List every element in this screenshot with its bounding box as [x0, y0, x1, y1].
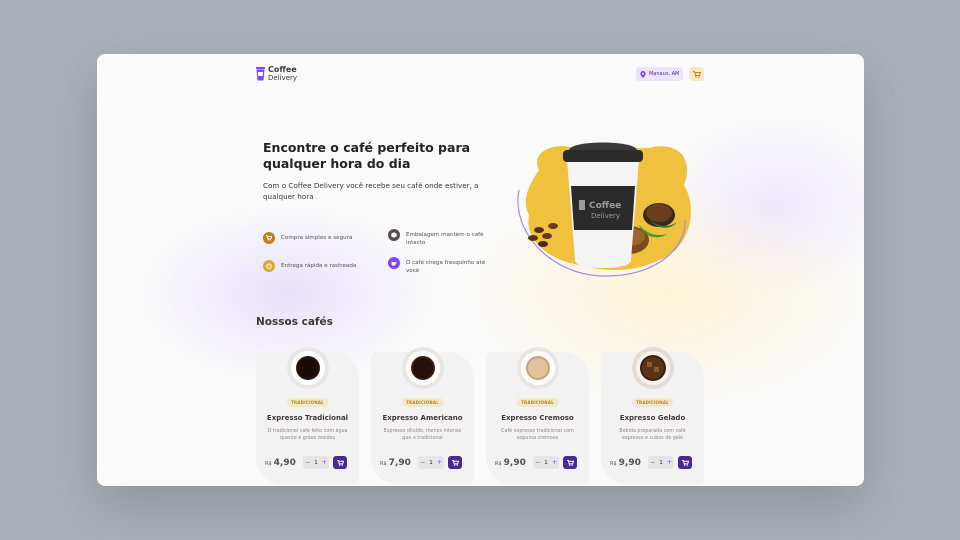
- coffee-price: R$ 9,90: [495, 458, 526, 468]
- logo-subtitle: Delivery: [268, 74, 298, 82]
- section-title: Nossos cafés: [256, 316, 333, 328]
- coffee-name: Expresso Americano: [382, 414, 463, 422]
- add-to-cart-button[interactable]: [448, 456, 462, 469]
- coffee-cup-hero-image: Coffee Delivery: [517, 142, 691, 277]
- shopping-cart-icon: [566, 459, 574, 466]
- coffee-tag: TRADICIONAL: [286, 398, 329, 407]
- coffee-name: Expresso Tradicional: [266, 414, 349, 422]
- quantity-stepper[interactable]: − 1 +: [533, 456, 559, 469]
- feature-item: Entrega rápida e rastreada: [263, 260, 365, 272]
- coffee-price: R$ 4,90: [265, 458, 296, 468]
- coffee-price: R$ 9,90: [610, 458, 641, 468]
- coffee-cup-logo-icon: [256, 67, 265, 81]
- increase-button[interactable]: +: [667, 459, 672, 466]
- decrease-button[interactable]: −: [650, 459, 655, 466]
- feature-label: Embalagem mantém o café intacto: [406, 232, 484, 246]
- coffee-tag: TRADICIONAL: [631, 398, 674, 407]
- quantity-value: 1: [544, 459, 548, 466]
- coffee-tag: TRADICIONAL: [401, 398, 444, 407]
- package-icon: [388, 229, 400, 241]
- app-window: Coffee Delivery Manaus, AM Encontre o ca…: [97, 54, 864, 486]
- coffee-description: Expresso diluído, menos intenso que o tr…: [383, 429, 462, 441]
- quantity-value: 1: [659, 459, 663, 466]
- coffee-description: Bebida preparada com café expresso e cub…: [619, 429, 686, 441]
- feature-label: O café chega fresquinho até você: [406, 260, 486, 274]
- coffee-icon: [388, 257, 400, 269]
- quantity-stepper[interactable]: − 1 +: [418, 456, 444, 469]
- add-to-cart-button[interactable]: [563, 456, 577, 469]
- feature-item: Embalagem mantém o café intacto: [388, 229, 496, 247]
- coffee-card: TRADICIONAL Expresso Cremoso Café expres…: [486, 347, 589, 484]
- location-button[interactable]: Manaus, AM: [636, 67, 684, 81]
- increase-button[interactable]: +: [322, 459, 327, 466]
- decrease-button[interactable]: −: [535, 459, 540, 466]
- logo[interactable]: Coffee Delivery: [256, 66, 297, 82]
- coffee-price: R$ 7,90: [380, 458, 411, 468]
- quantity-stepper[interactable]: − 1 +: [303, 456, 329, 469]
- feature-item: Compra simples e segura: [263, 232, 365, 244]
- hero-title: Encontre o café perfeito para qualquer h…: [263, 140, 471, 171]
- increase-button[interactable]: +: [552, 459, 557, 466]
- quantity-value: 1: [429, 459, 433, 466]
- add-to-cart-button[interactable]: [678, 456, 692, 469]
- coffee-cup-image: [517, 347, 559, 389]
- coffee-name: Expresso Gelado: [619, 414, 686, 422]
- coffee-card: TRADICIONAL Expresso Americano Expresso …: [371, 347, 474, 484]
- logo-title: Coffee: [268, 65, 297, 74]
- quantity-stepper[interactable]: − 1 +: [648, 456, 674, 469]
- coffee-card: TRADICIONAL Expresso Gelado Bebida prepa…: [601, 347, 704, 484]
- svg-text:Coffee: Coffee: [589, 201, 621, 211]
- map-pin-icon: [640, 70, 646, 78]
- coffee-name: Expresso Cremoso: [501, 414, 574, 422]
- shopping-cart-icon: [681, 459, 689, 466]
- feature-item: O café chega fresquinho até você: [388, 257, 496, 275]
- feature-label: Entrega rápida e rastreada: [281, 263, 357, 269]
- shopping-cart-icon: [263, 232, 275, 244]
- hero-subtitle: Com o Coffee Delivery você recebe seu ca…: [263, 181, 479, 201]
- coffee-cup-image: [632, 347, 674, 389]
- coffee-description: Café expresso tradicional com espuma cre…: [501, 429, 574, 441]
- add-to-cart-button[interactable]: [333, 456, 347, 469]
- location-label: Manaus, AM: [649, 71, 680, 77]
- svg-text:Delivery: Delivery: [591, 212, 620, 220]
- coffee-cup-image: [402, 347, 444, 389]
- feature-label: Compra simples e segura: [281, 235, 353, 241]
- increase-button[interactable]: +: [437, 459, 442, 466]
- decrease-button[interactable]: −: [305, 459, 310, 466]
- decrease-button[interactable]: −: [420, 459, 425, 466]
- cart-button[interactable]: [689, 67, 704, 81]
- coffee-cup-image: [287, 347, 329, 389]
- coffee-tag: TRADICIONAL: [516, 398, 559, 407]
- quantity-value: 1: [314, 459, 318, 466]
- shopping-cart-icon: [336, 459, 344, 466]
- shopping-cart-icon: [692, 70, 701, 78]
- shopping-cart-icon: [451, 459, 459, 466]
- coffee-description: O tradicional café feito com água quente…: [267, 429, 348, 441]
- timer-icon: [263, 260, 275, 272]
- coffee-card: TRADICIONAL Expresso Tradicional O tradi…: [256, 347, 359, 484]
